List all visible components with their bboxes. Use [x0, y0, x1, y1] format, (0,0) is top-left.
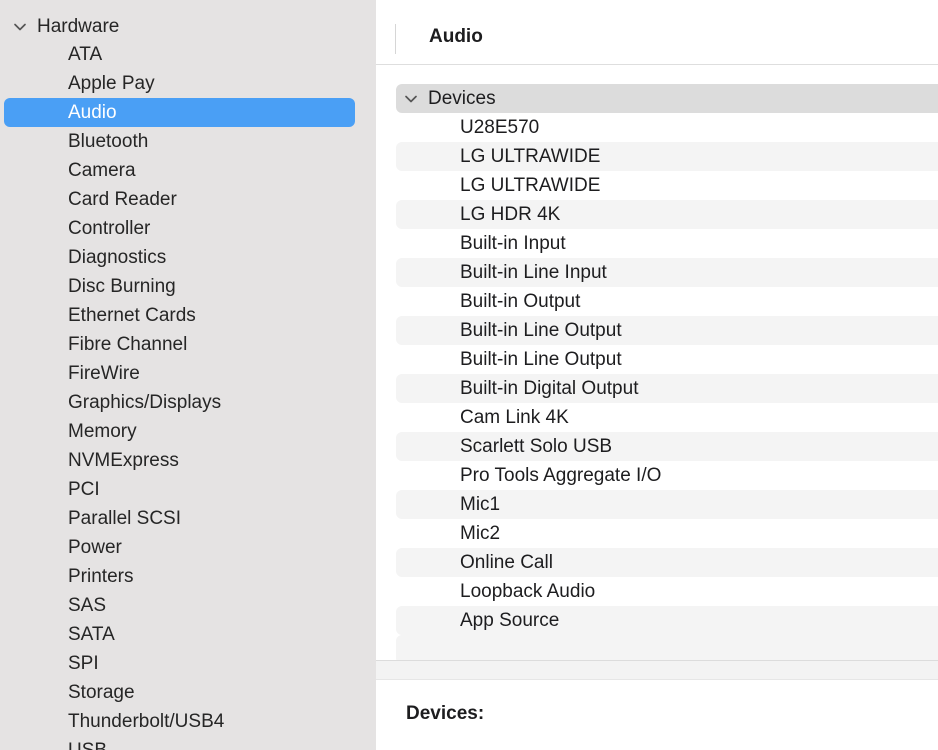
sidebar-item-ethernet-cards[interactable]: Ethernet Cards — [0, 301, 376, 330]
sidebar-group-hardware[interactable]: Hardware — [12, 12, 119, 41]
sidebar-item-firewire[interactable]: FireWire — [0, 359, 376, 388]
sidebar-item-audio[interactable]: Audio — [0, 98, 376, 127]
tree-row[interactable]: Mic2 — [396, 519, 938, 548]
tree-row[interactable]: LG ULTRAWIDE — [396, 142, 938, 171]
tree-row[interactable]: Pro Tools Aggregate I/O — [396, 461, 938, 490]
chevron-down-icon[interactable] — [12, 19, 28, 35]
sidebar-item-label: USB — [68, 740, 107, 750]
tree-row[interactable]: Built-in Line Input — [396, 258, 938, 287]
sidebar-item-fibre-channel[interactable]: Fibre Channel — [0, 330, 376, 359]
sidebar-item-sas[interactable]: SAS — [0, 591, 376, 620]
sidebar-item-nvmexpress[interactable]: NVMExpress — [0, 446, 376, 475]
sidebar-item-label: Memory — [68, 421, 137, 442]
sidebar-item-label: PCI — [68, 479, 100, 500]
sidebar-item-label: Graphics/Displays — [68, 392, 222, 413]
sidebar-item-apple-pay[interactable]: Apple Pay — [0, 69, 376, 98]
sidebar-item-label: Power — [68, 537, 122, 558]
sidebar-item-label: Bluetooth — [68, 131, 149, 152]
sidebar-item-label: Camera — [68, 160, 136, 181]
sidebar-item-label: Controller — [68, 218, 151, 239]
sidebar-item-printers[interactable]: Printers — [0, 562, 376, 591]
sidebar-item-pci[interactable]: PCI — [0, 475, 376, 504]
sidebar-item-ata[interactable]: ATA — [0, 40, 376, 69]
sidebar: Hardware ATA Apple Pay Audio Bluetooth Camer… — [0, 0, 376, 750]
sidebar-item-storage[interactable]: Storage — [0, 678, 376, 707]
sidebar-item-label: Apple Pay — [68, 73, 155, 94]
tree-row[interactable]: Cam Link 4K — [396, 403, 938, 432]
tree-group-devices[interactable]: Devices — [396, 84, 938, 113]
sidebar-item-label: Thunderbolt/USB4 — [68, 711, 225, 732]
main-pane: Audio Devices U28E570 LG ULTRAWIDE LG ULTR… — [376, 0, 938, 750]
tree-row[interactable]: U28E570 — [396, 113, 938, 142]
sidebar-item-sata[interactable]: SATA — [0, 620, 376, 649]
tree-row[interactable]: Built-in Input — [396, 229, 938, 258]
chevron-down-icon[interactable] — [403, 91, 419, 107]
tree-row[interactable]: Online Call — [396, 548, 938, 577]
tree-group-label: Devices — [428, 88, 496, 109]
sidebar-item-label: NVMExpress — [68, 450, 179, 471]
sidebar-item-label: SPI — [68, 653, 99, 674]
sidebar-list: ATA Apple Pay Audio Bluetooth Camera Card Rea… — [0, 40, 376, 750]
sidebar-item-usb[interactable]: USB — [0, 736, 376, 750]
sidebar-item-spi[interactable]: SPI — [0, 649, 376, 678]
sidebar-item-label: Card Reader — [68, 189, 177, 210]
sidebar-item-power[interactable]: Power — [0, 533, 376, 562]
tree-row[interactable]: Loopback Audio — [396, 577, 938, 606]
sidebar-item-label: Parallel SCSI — [68, 508, 181, 529]
sidebar-item-graphics-displays[interactable]: Graphics/Displays — [0, 388, 376, 417]
sidebar-item-label: Audio — [68, 102, 117, 123]
split-view-divider[interactable] — [376, 660, 938, 680]
tree-row[interactable]: Scarlett Solo USB — [396, 432, 938, 461]
device-tree: Devices U28E570 LG ULTRAWIDE LG ULTRAWIDE L… — [396, 84, 938, 660]
tree-row[interactable]: Built-in Line Output — [396, 345, 938, 374]
tree-row[interactable]: Built-in Digital Output — [396, 374, 938, 403]
sidebar-item-parallel-scsi[interactable]: Parallel SCSI — [0, 504, 376, 533]
sidebar-group-label: Hardware — [37, 15, 120, 37]
sidebar-item-label: ATA — [68, 44, 103, 65]
sidebar-item-label: Diagnostics — [68, 247, 167, 268]
sidebar-item-controller[interactable]: Controller — [0, 214, 376, 243]
sidebar-item-label: Fibre Channel — [68, 334, 188, 355]
sidebar-item-memory[interactable]: Memory — [0, 417, 376, 446]
sidebar-item-label: Printers — [68, 566, 134, 587]
sidebar-item-thunderbolt-usb4[interactable]: Thunderbolt/USB4 — [0, 707, 376, 736]
sidebar-item-disc-burning[interactable]: Disc Burning — [0, 272, 376, 301]
sidebar-item-card-reader[interactable]: Card Reader — [0, 185, 376, 214]
column-header: Audio — [376, 0, 938, 65]
sidebar-item-label: Storage — [68, 682, 135, 703]
tree-row[interactable]: LG ULTRAWIDE — [396, 171, 938, 200]
sidebar-item-label: SAS — [68, 595, 107, 616]
sidebar-item-label: Disc Burning — [68, 276, 176, 297]
sidebar-item-label: SATA — [68, 624, 115, 645]
sidebar-item-label: FireWire — [68, 363, 140, 384]
sidebar-item-camera[interactable]: Camera — [0, 156, 376, 185]
tree-row[interactable]: LG HDR 4K — [396, 200, 938, 229]
detail-title: Devices: — [406, 703, 485, 724]
tree-row[interactable]: Built-in Output — [396, 287, 938, 316]
tree-empty-row — [396, 635, 938, 660]
sidebar-item-bluetooth[interactable]: Bluetooth — [0, 127, 376, 156]
column-divider[interactable] — [395, 24, 396, 54]
tree-row[interactable]: Mic1 — [396, 490, 938, 519]
sidebar-item-label: Ethernet Cards — [68, 305, 196, 326]
sidebar-item-diagnostics[interactable]: Diagnostics — [0, 243, 376, 272]
tree-row[interactable]: Built-in Line Output — [396, 316, 938, 345]
column-title[interactable]: Audio — [429, 26, 483, 48]
tree-row[interactable]: App Source — [396, 606, 938, 635]
